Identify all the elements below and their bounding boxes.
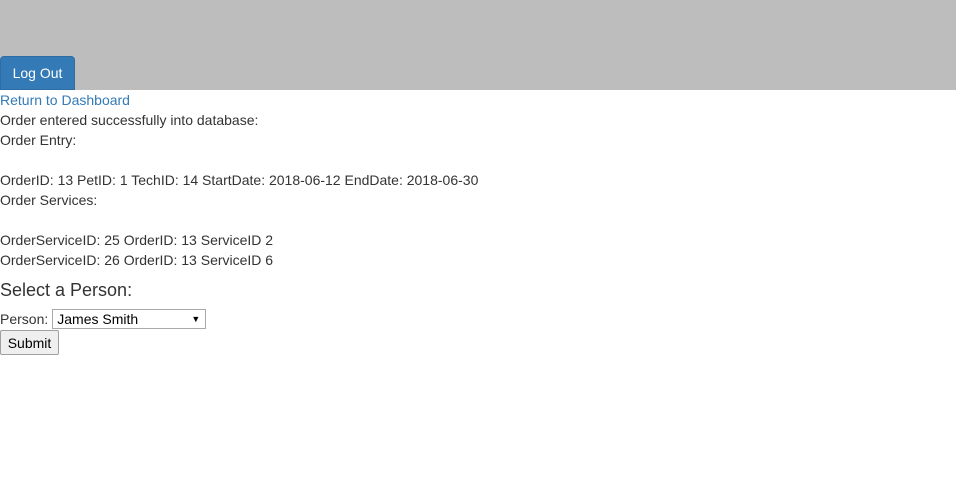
- person-row: Person: James Smith ▼: [0, 309, 956, 329]
- main-content: Return to Dashboard Order entered succes…: [0, 90, 956, 355]
- person-select[interactable]: James Smith ▼: [52, 309, 207, 329]
- top-header: Log Out: [0, 0, 956, 90]
- order-service-row: OrderServiceID: 25 OrderID: 13 ServiceID…: [0, 232, 274, 248]
- submit-button[interactable]: Submit: [0, 330, 59, 355]
- return-to-dashboard-link[interactable]: Return to Dashboard: [0, 90, 956, 110]
- person-form: Person: James Smith ▼ Submit: [0, 309, 956, 355]
- order-entry-details: OrderID: 13 PetID: 1 TechID: 14 StartDat…: [0, 172, 479, 188]
- success-message: Order entered successfully into database…: [0, 112, 259, 128]
- logout-button[interactable]: Log Out: [0, 56, 75, 90]
- person-label: Person:: [0, 311, 49, 327]
- select-person-title: Select a Person:: [0, 280, 133, 300]
- order-services-heading: Order Services:: [0, 192, 98, 208]
- dropdown-arrow-icon: ▼: [191, 314, 201, 324]
- order-service-row: OrderServiceID: 26 OrderID: 13 ServiceID…: [0, 252, 274, 268]
- person-select-value: James Smith: [57, 311, 139, 327]
- order-entry-heading: Order Entry:: [0, 132, 77, 148]
